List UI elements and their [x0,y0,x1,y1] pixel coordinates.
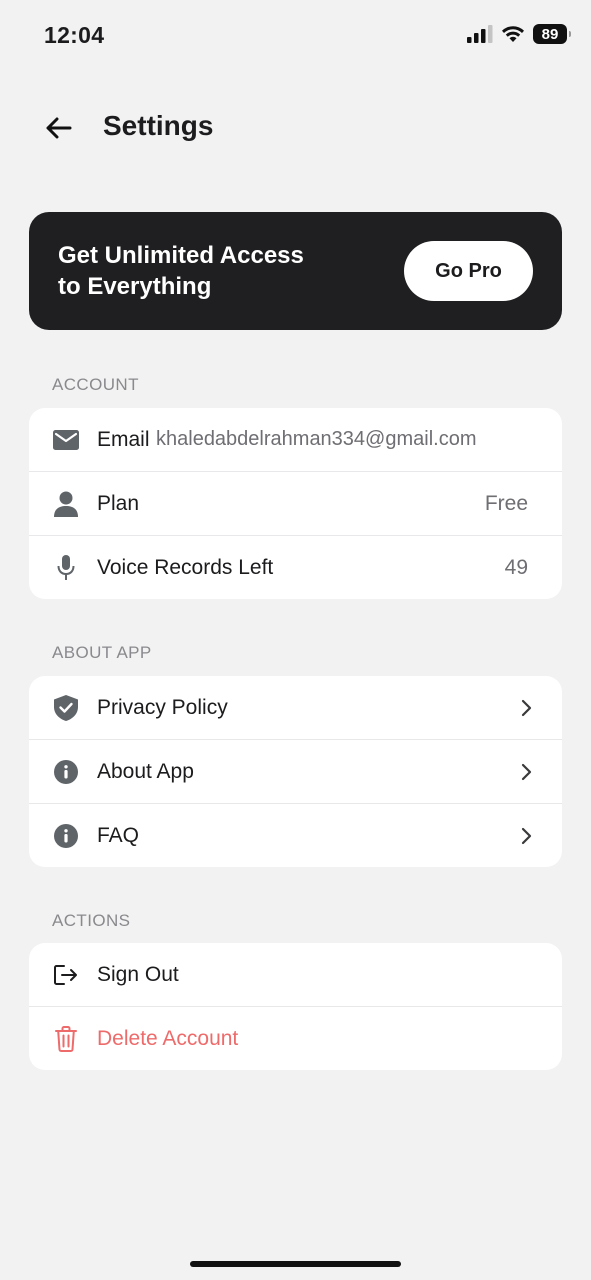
actions-card: Sign Out Delete Account [29,943,562,1070]
voice-records-label: Voice Records Left [97,555,274,579]
account-card: Email khaledabdelrahman334@gmail.com Pla… [29,408,562,599]
about-card: Privacy Policy About App FAQ [29,676,562,867]
actions-section-heading: ACTIONS [52,911,131,930]
email-row: Email khaledabdelrahman334@gmail.com [29,408,562,472]
back-button[interactable] [38,108,78,148]
microphone-icon [53,554,79,581]
faq-row[interactable]: FAQ [29,804,562,867]
privacy-policy-row[interactable]: Privacy Policy [29,676,562,740]
shield-check-icon [53,694,79,721]
page-title: Settings [103,110,214,141]
promo-line-2: to Everything [58,273,212,300]
sign-out-icon [53,962,79,988]
info-icon [53,759,79,785]
go-pro-button[interactable]: Go Pro [404,241,533,301]
chevron-right-icon [520,698,534,718]
voice-records-value: 49 [504,555,528,579]
voice-records-row: Voice Records Left 49 [29,536,562,599]
nav-header: Settings [0,100,591,156]
plan-value: Free [484,491,528,515]
battery-level: 89 [541,25,559,43]
home-indicator[interactable] [190,1261,401,1267]
wifi-icon [502,26,524,42]
delete-account-label: Delete Account [97,1026,239,1050]
status-bar: 12:04 89 [0,0,591,70]
delete-account-row[interactable]: Delete Account [29,1007,562,1070]
email-value: khaledabdelrahman334@gmail.com [156,428,477,450]
plan-label: Plan [97,491,140,515]
sign-out-label: Sign Out [97,962,179,986]
plan-row: Plan Free [29,472,562,536]
battery-indicator: 89 [533,24,571,44]
go-pro-banner: Get Unlimited Access to Everything Go Pr… [29,212,562,330]
status-time: 12:04 [44,22,105,48]
about-app-row[interactable]: About App [29,740,562,804]
person-icon [53,491,79,517]
envelope-icon [53,427,79,453]
arrow-left-icon [46,117,72,139]
trash-icon [53,1025,79,1052]
about-app-label: About App [97,759,194,783]
privacy-policy-label: Privacy Policy [97,695,228,719]
cellular-signal-icon [467,25,493,43]
promo-text: Get Unlimited Access to Everything [58,240,358,302]
sign-out-row[interactable]: Sign Out [29,943,562,1007]
chevron-right-icon [520,762,534,782]
account-section-heading: ACCOUNT [52,375,139,394]
chevron-right-icon [520,826,534,846]
email-label: Email [97,427,150,451]
about-section-heading: ABOUT APP [52,643,152,662]
promo-line-1: Get Unlimited Access [58,242,304,269]
status-icons: 89 [467,24,571,44]
faq-label: FAQ [97,823,140,847]
info-icon [53,823,79,849]
